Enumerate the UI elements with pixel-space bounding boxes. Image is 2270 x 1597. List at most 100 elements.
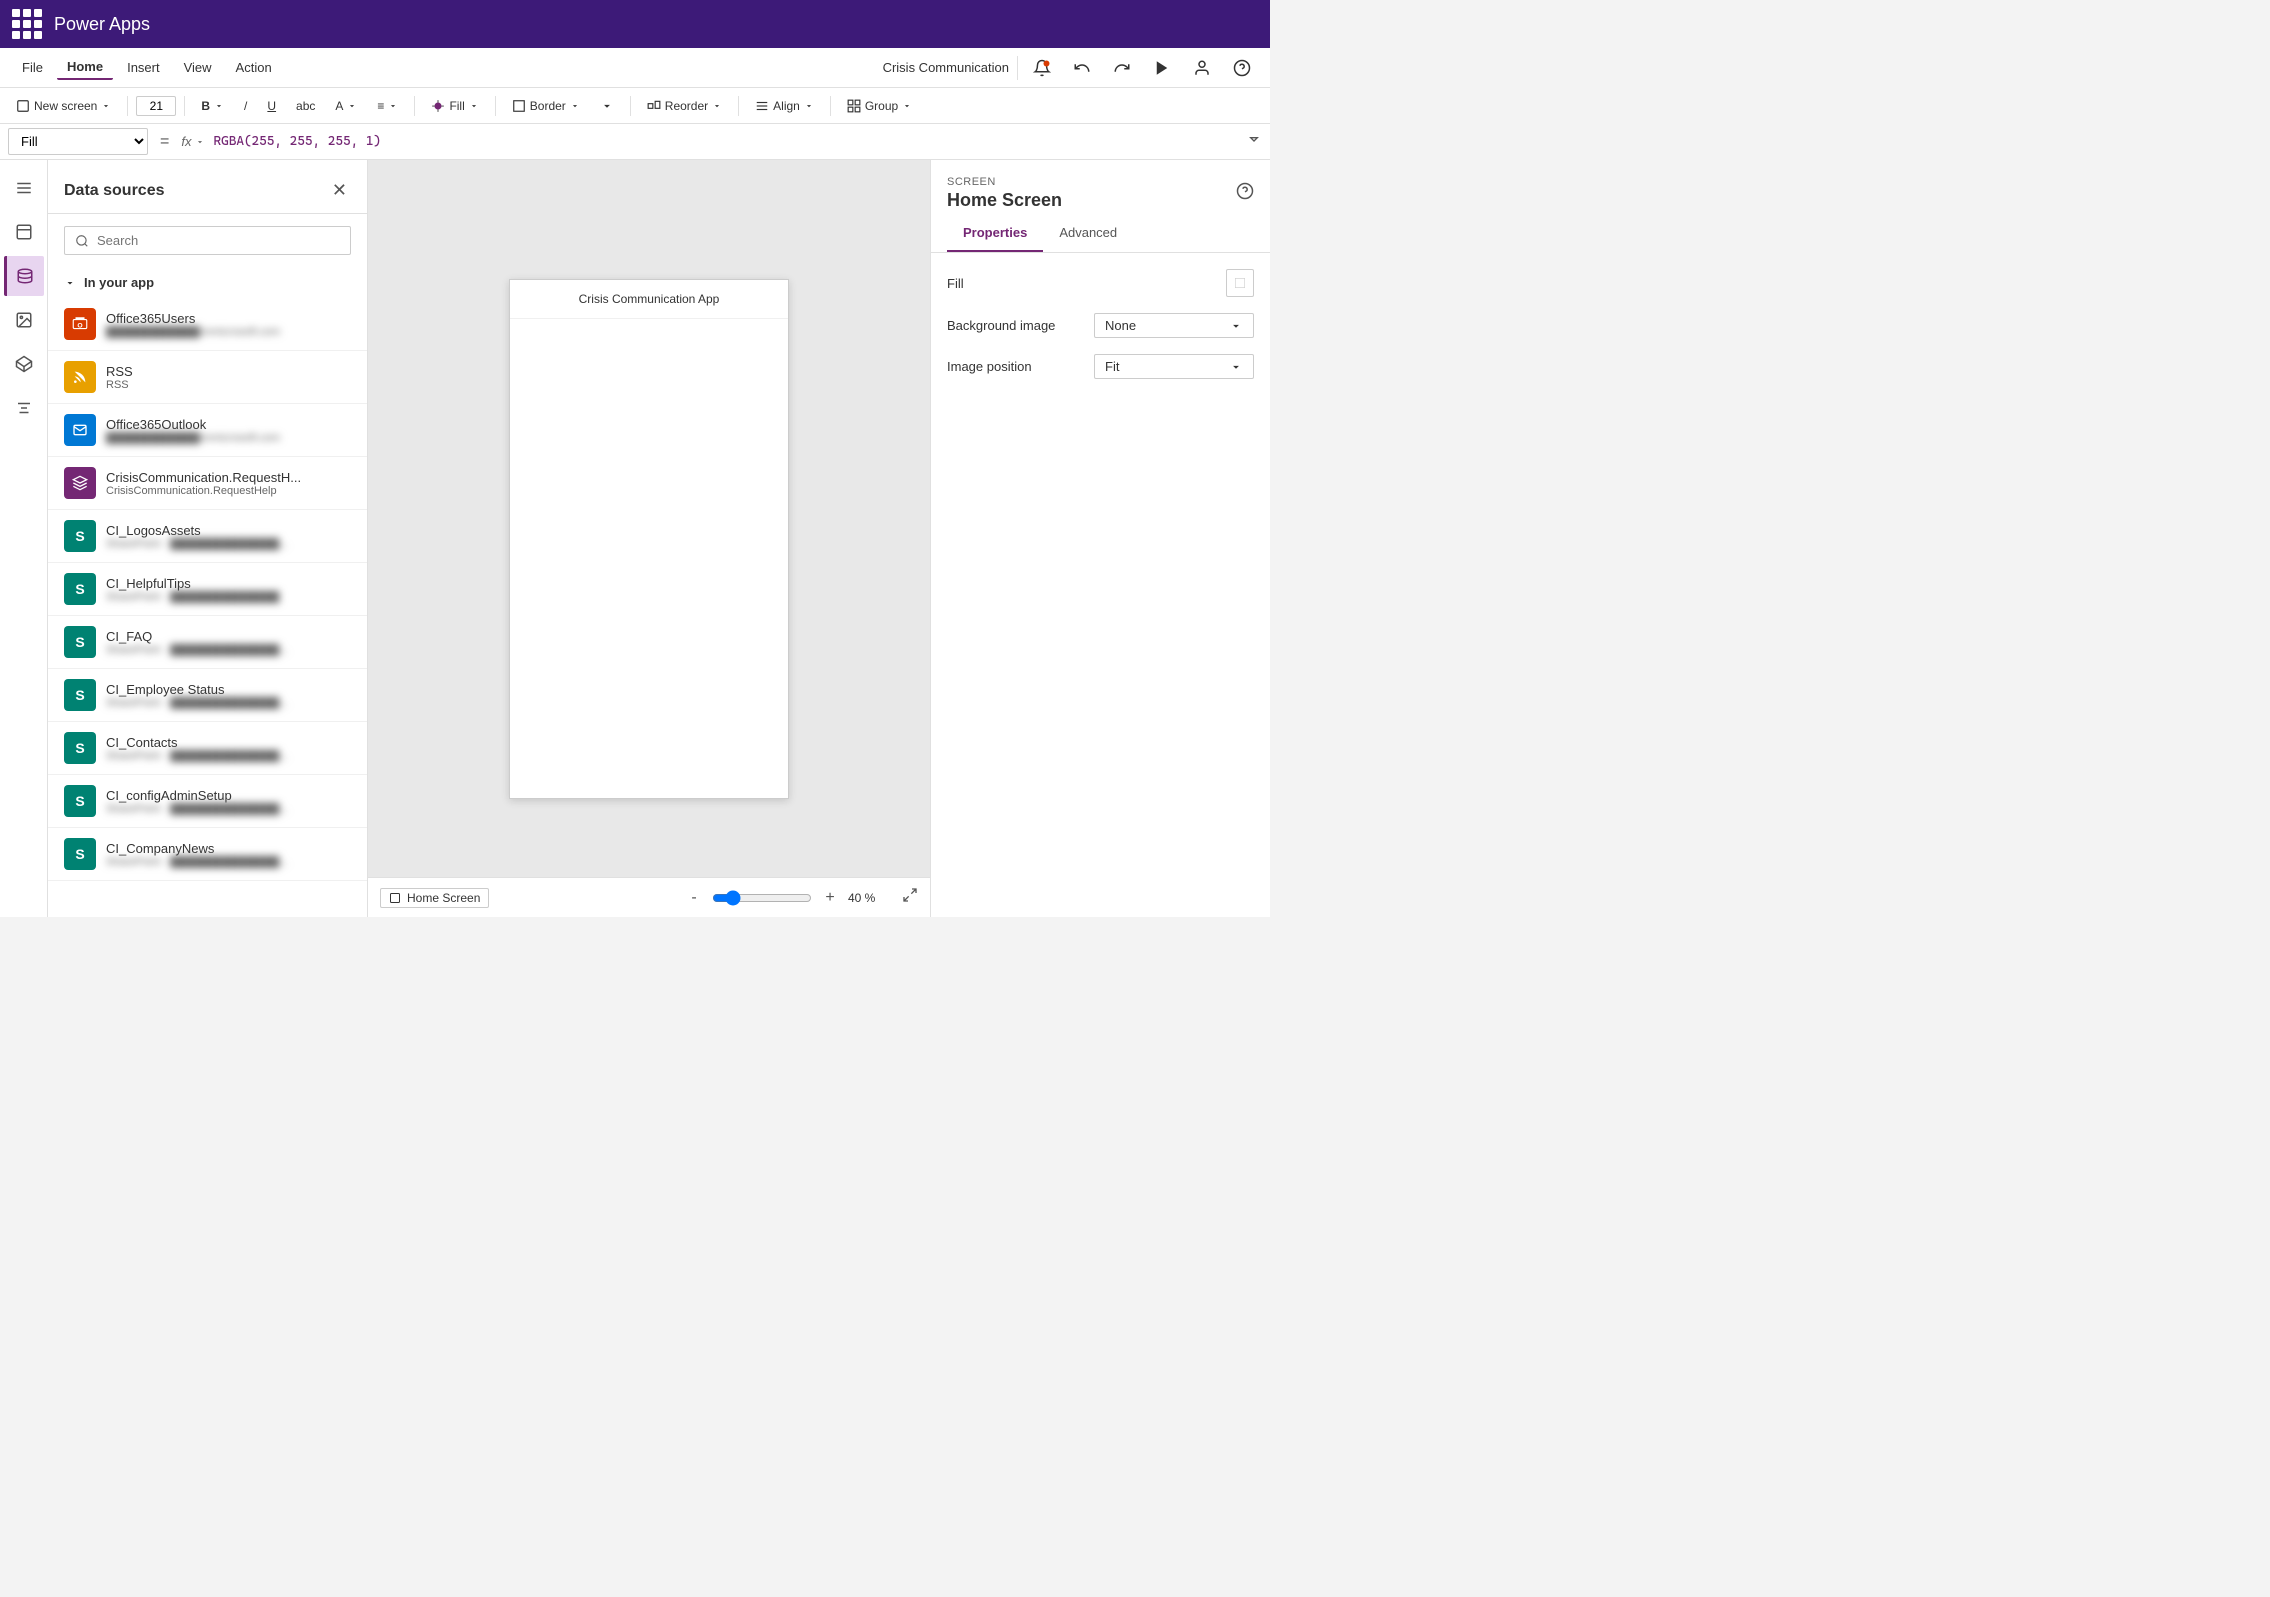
border-button[interactable]: Border: [504, 95, 588, 117]
align-objects-button[interactable]: Align: [747, 95, 822, 117]
phone-content[interactable]: [510, 319, 788, 798]
font-button[interactable]: A: [327, 95, 365, 117]
sidebar-icon-components[interactable]: [4, 344, 44, 384]
list-item[interactable]: S CI_LogosAssets SharePoint · ██████████…: [48, 510, 367, 563]
item-name: CI_Employee Status: [106, 682, 317, 697]
phone-frame: Crisis Communication App: [509, 279, 789, 799]
canvas-bottom-bar: Home Screen - + 40 %: [368, 877, 930, 917]
search-box[interactable]: [64, 226, 351, 255]
divider-button[interactable]: /: [236, 95, 255, 117]
ci-contacts-icon: S: [64, 732, 96, 764]
font-size-input[interactable]: [136, 96, 176, 116]
zoom-in-button[interactable]: +: [818, 886, 842, 910]
tab-advanced[interactable]: Advanced: [1043, 215, 1133, 252]
underline-button[interactable]: U: [259, 95, 284, 117]
redo-icon[interactable]: [1106, 52, 1138, 84]
chevron-down-icon: [64, 277, 76, 289]
help-icon[interactable]: [1226, 52, 1258, 84]
notifications-icon[interactable]: [1026, 52, 1058, 84]
item-sub: SharePoint · ██████████████: [106, 591, 317, 603]
zoom-out-button[interactable]: -: [682, 886, 706, 910]
strikethrough-button[interactable]: abc: [288, 95, 323, 117]
play-icon[interactable]: [1146, 52, 1178, 84]
new-screen-button[interactable]: New screen: [8, 95, 119, 117]
list-item[interactable]: S CI_configAdminSetup SharePoint · █████…: [48, 775, 367, 828]
rss-icon: [64, 361, 96, 393]
ci-companynews-icon: S: [64, 838, 96, 870]
list-item[interactable]: S CI_CompanyNews SharePoint · ██████████…: [48, 828, 367, 881]
item-name: Office365Outlook: [106, 417, 317, 432]
undo-icon[interactable]: [1066, 52, 1098, 84]
list-item[interactable]: S CI_FAQ SharePoint · ██████████████... …: [48, 616, 367, 669]
align-button[interactable]: ≡: [369, 95, 406, 117]
waffle-icon[interactable]: [12, 9, 42, 39]
list-item[interactable]: S CI_Contacts SharePoint · █████████████…: [48, 722, 367, 775]
tab-properties[interactable]: Properties: [947, 215, 1043, 252]
account-icon[interactable]: [1186, 52, 1218, 84]
sidebar-icon-variables[interactable]: [4, 388, 44, 428]
search-input[interactable]: [97, 233, 340, 248]
item-name: CI_CompanyNews: [106, 841, 317, 856]
formula-expand-icon[interactable]: [1246, 131, 1262, 152]
screen-name: Home Screen: [407, 891, 480, 905]
phone-app-title: Crisis Communication App: [579, 292, 720, 306]
item-sub: SharePoint · ██████████████...: [106, 538, 317, 550]
zoom-slider[interactable]: [712, 890, 812, 906]
right-panel: SCREEN Home Screen Properties Advanced F…: [930, 160, 1270, 917]
section-label: In your app: [84, 275, 154, 290]
list-item[interactable]: S CI_Employee Status SharePoint · ██████…: [48, 669, 367, 722]
expand-canvas-button[interactable]: [902, 887, 918, 908]
color-swatch-icon: [1233, 276, 1247, 290]
item-sub: ████████████onmicrosoft.com: [106, 432, 317, 444]
background-image-row: Background image None: [947, 313, 1254, 338]
item-sub: SharePoint · ██████████████...: [106, 803, 317, 815]
group-button[interactable]: Group: [839, 95, 920, 117]
item-name: Office365Users: [106, 311, 317, 326]
fill-color-button[interactable]: Fill: [423, 95, 486, 117]
close-panel-button[interactable]: ✕: [328, 176, 351, 205]
properties-body: Fill Background image None: [931, 253, 1270, 395]
help-button[interactable]: [1236, 182, 1254, 205]
sidebar-icon-datasources[interactable]: [4, 256, 44, 296]
main-layout: Data sources ✕ In your app O Office365Us…: [0, 160, 1270, 917]
formula-bar: Fill = fx RGBA(255, 255, 255, 1): [0, 124, 1270, 160]
toolbar: New screen B / U abc A ≡ Fill Border: [0, 88, 1270, 124]
fx-button[interactable]: fx: [181, 134, 205, 149]
sidebar-icon-screens[interactable]: [4, 212, 44, 252]
office365users-icon: O: [64, 308, 96, 340]
menu-insert[interactable]: Insert: [117, 56, 170, 79]
list-item[interactable]: S CI_HelpfulTips SharePoint · ██████████…: [48, 563, 367, 616]
bold-button[interactable]: B: [193, 95, 232, 117]
image-position-value: Fit: [1105, 359, 1119, 374]
data-panel-header: Data sources ✕: [48, 160, 367, 214]
background-image-value: None: [1105, 318, 1136, 333]
svg-text:O: O: [77, 322, 82, 329]
reorder-button[interactable]: Reorder: [639, 95, 730, 117]
sidebar-icon-media[interactable]: [4, 300, 44, 340]
in-your-app-section[interactable]: In your app: [48, 267, 367, 298]
chevron-down-icon: [1229, 360, 1243, 374]
fill-label: Fill: [947, 276, 964, 291]
menu-home[interactable]: Home: [57, 55, 113, 80]
background-image-label: Background image: [947, 318, 1055, 333]
formula-input[interactable]: RGBA(255, 255, 255, 1): [213, 134, 1238, 149]
list-item[interactable]: RSS RSS ⋯: [48, 351, 367, 404]
item-sub: RSS: [106, 379, 317, 391]
menu-action[interactable]: Action: [226, 56, 282, 79]
property-dropdown[interactable]: Fill: [8, 128, 148, 155]
ci-logosassets-icon: S: [64, 520, 96, 552]
search-icon: [75, 234, 89, 248]
image-position-dropdown[interactable]: Fit: [1094, 354, 1254, 379]
zoom-value: 40 %: [848, 891, 888, 905]
list-item[interactable]: CrisisCommunication.RequestH... CrisisCo…: [48, 457, 367, 510]
menu-file[interactable]: File: [12, 56, 53, 79]
fill-color-picker[interactable]: [1226, 269, 1254, 297]
list-item[interactable]: O Office365Users ████████████onmicrosoft…: [48, 298, 367, 351]
sidebar-icon-menu[interactable]: [4, 168, 44, 208]
more-button[interactable]: [592, 95, 622, 117]
item-name: CI_configAdminSetup: [106, 788, 317, 803]
phone-title-bar: Crisis Communication App: [510, 280, 788, 319]
list-item[interactable]: Office365Outlook ████████████onmicrosoft…: [48, 404, 367, 457]
background-image-dropdown[interactable]: None: [1094, 313, 1254, 338]
menu-view[interactable]: View: [174, 56, 222, 79]
